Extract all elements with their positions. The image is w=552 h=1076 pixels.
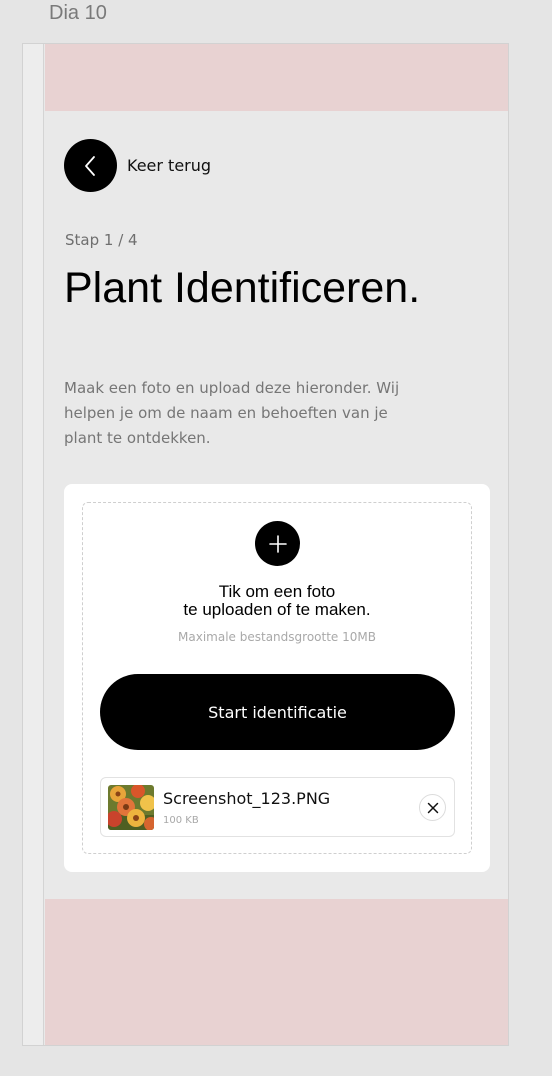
back-label[interactable]: Keer terug [127, 156, 211, 175]
add-photo-button[interactable] [255, 521, 300, 566]
page-description: Maak een foto en upload deze hieronder. … [64, 379, 400, 447]
bottom-band [45, 899, 508, 1045]
upload-dropzone[interactable]: Tik om een foto te uploaden of te maken.… [82, 502, 472, 854]
uploaded-file: Screenshot_123.PNG 100 KB [100, 777, 455, 837]
upload-instructions-line2: te uploaden of te maken. [183, 600, 371, 619]
file-name: Screenshot_123.PNG [163, 789, 331, 808]
close-icon [427, 802, 438, 813]
remove-file-button[interactable] [419, 794, 446, 821]
file-thumbnail [108, 785, 154, 830]
top-band [45, 44, 508, 112]
phone-frame: Keer terug Stap 1 / 4 Plant Identificere… [22, 43, 509, 1046]
step-indicator: Stap 1 / 4 [65, 231, 138, 249]
flower-photo [108, 785, 154, 830]
upload-instructions: Tik om een foto te uploaden of te maken. [83, 583, 471, 619]
file-size: 100 KB [163, 815, 199, 826]
frame-label: Dia 10 [49, 2, 107, 24]
upload-instructions-line1: Tik om een foto [218, 582, 336, 601]
page-title: Plant Identificeren. [64, 264, 421, 312]
back-circle[interactable] [64, 139, 117, 192]
screen: Keer terug Stap 1 / 4 Plant Identificere… [45, 111, 508, 899]
upload-card: Tik om een foto te uploaden of te maken.… [64, 484, 490, 872]
chevron-left-icon [84, 155, 95, 176]
start-identification-button[interactable]: Start identificatie [100, 674, 455, 750]
max-file-size: Maximale bestandsgrootte 10MB [178, 630, 376, 644]
plus-icon [268, 534, 287, 553]
frame-edge [23, 44, 44, 1045]
back-button[interactable]: Keer terug [64, 139, 211, 192]
